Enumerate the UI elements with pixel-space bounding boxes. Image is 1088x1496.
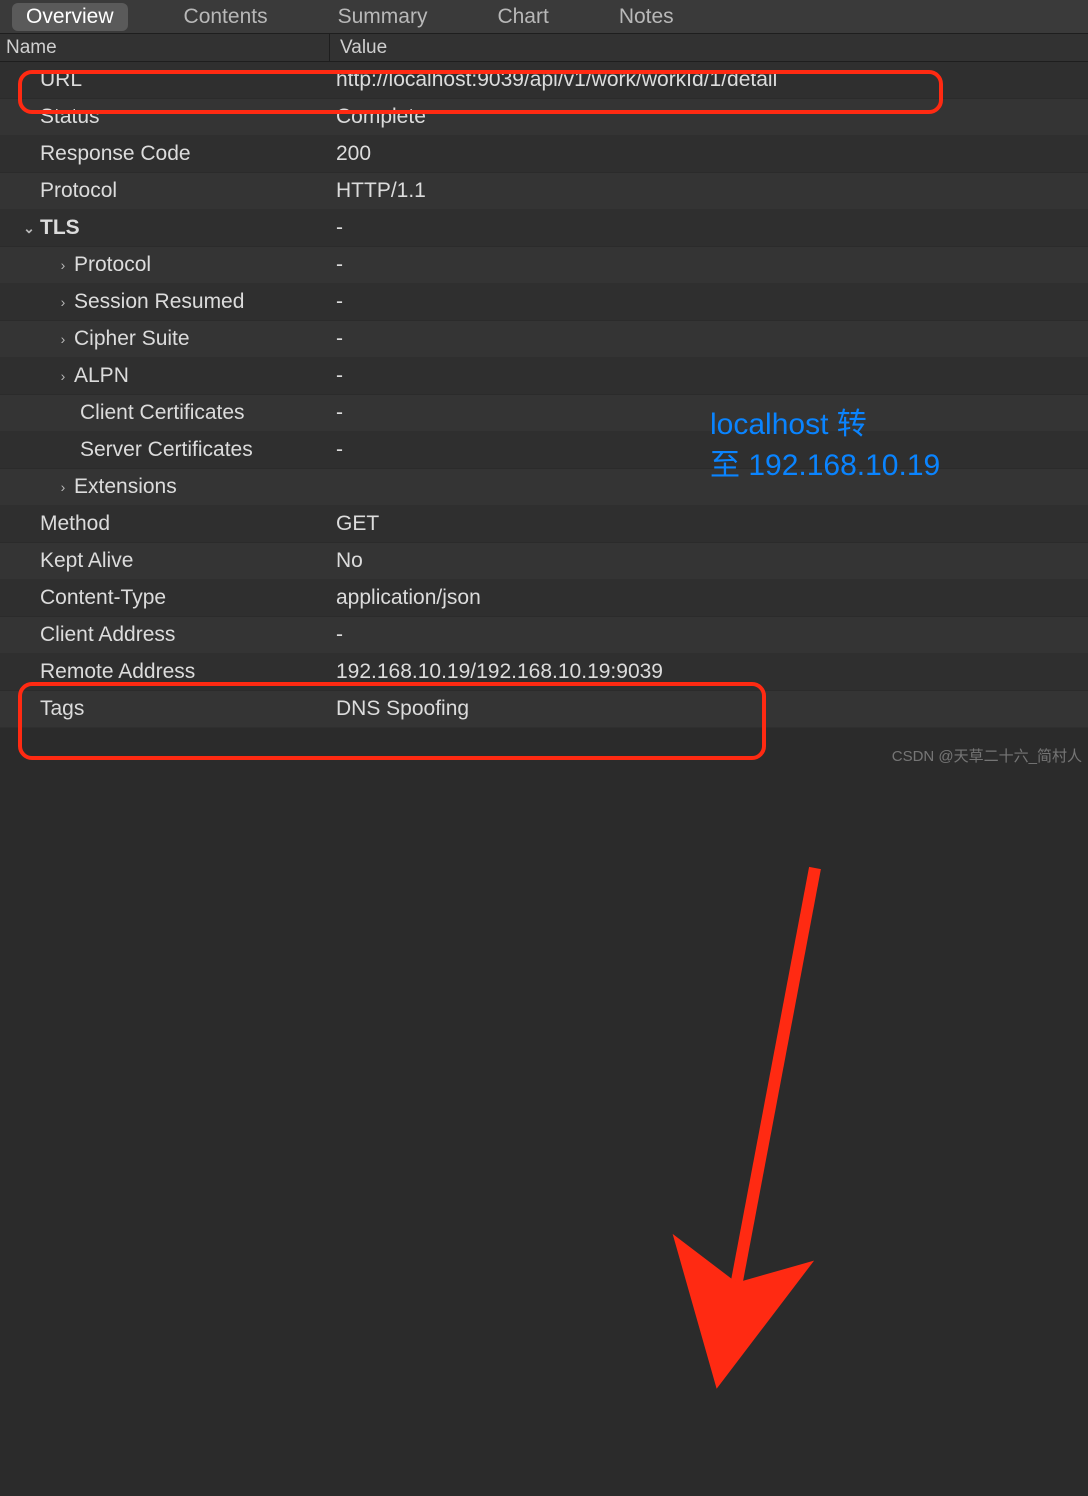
row-key-label: Protocol bbox=[40, 179, 117, 203]
table-row[interactable]: ⌄TLS- bbox=[0, 210, 1088, 247]
tab-chart[interactable]: Chart bbox=[483, 3, 562, 31]
row-key: Tags bbox=[0, 697, 330, 721]
table-row[interactable]: Status Complete bbox=[0, 99, 1088, 136]
row-value: - bbox=[330, 216, 1088, 240]
table-row[interactable]: URL http://localhost:9039/api/v1/work/wor… bbox=[0, 62, 1088, 99]
table-row[interactable]: ›Extensions bbox=[0, 469, 1088, 506]
row-value: DNS Spoofing bbox=[330, 697, 1088, 721]
row-value: - bbox=[330, 327, 1088, 351]
row-value: - bbox=[330, 253, 1088, 277]
row-key-label: Tags bbox=[40, 697, 84, 721]
table-row[interactable]: Client Address - bbox=[0, 617, 1088, 654]
row-key: Kept Alive bbox=[0, 549, 330, 573]
row-key-label: Client Certificates bbox=[80, 401, 245, 425]
row-value: GET bbox=[330, 512, 1088, 536]
table-row[interactable]: Client Certificates - bbox=[0, 395, 1088, 432]
row-key: Client Certificates bbox=[0, 401, 330, 425]
row-value: http://localhost:9039/api/v1/work/workId… bbox=[330, 68, 1088, 92]
row-key-label: Server Certificates bbox=[80, 438, 253, 462]
row-key-label: Client Address bbox=[40, 623, 175, 647]
row-value: application/json bbox=[330, 586, 1088, 610]
chevron-right-icon[interactable]: › bbox=[56, 479, 70, 495]
row-key-label: Content-Type bbox=[40, 586, 166, 610]
row-key: ›Extensions bbox=[0, 475, 330, 499]
row-key-label: Cipher Suite bbox=[74, 327, 190, 351]
row-key: ›Protocol bbox=[0, 253, 330, 277]
row-value: - bbox=[330, 438, 1088, 462]
row-key-label: Extensions bbox=[74, 475, 177, 499]
tab-notes[interactable]: Notes bbox=[605, 3, 688, 31]
column-name[interactable]: Name bbox=[0, 34, 330, 61]
row-key: ›Cipher Suite bbox=[0, 327, 330, 351]
row-key: ⌄TLS bbox=[0, 216, 330, 240]
table-row[interactable]: ›ALPN- bbox=[0, 358, 1088, 395]
table-row[interactable]: ›Protocol- bbox=[0, 247, 1088, 284]
row-key: Method bbox=[0, 512, 330, 536]
chevron-right-icon[interactable]: › bbox=[56, 368, 70, 384]
row-key-label: TLS bbox=[40, 216, 80, 240]
table-row[interactable]: Method GET bbox=[0, 506, 1088, 543]
row-key-label: Method bbox=[40, 512, 110, 536]
table-row[interactable]: Kept Alive No bbox=[0, 543, 1088, 580]
tab-summary[interactable]: Summary bbox=[324, 3, 442, 31]
row-key: Content-Type bbox=[0, 586, 330, 610]
row-value: - bbox=[330, 623, 1088, 647]
row-value: HTTP/1.1 bbox=[330, 179, 1088, 203]
row-key-label: Remote Address bbox=[40, 660, 195, 684]
table-row[interactable]: Server Certificates - bbox=[0, 432, 1088, 469]
row-key: Remote Address bbox=[0, 660, 330, 684]
annotation-arrow bbox=[0, 728, 1088, 1496]
row-key-label: Protocol bbox=[74, 253, 151, 277]
row-key: Client Address bbox=[0, 623, 330, 647]
row-value: No bbox=[330, 549, 1088, 573]
row-key: URL bbox=[0, 68, 330, 92]
tab-bar: Overview Contents Summary Chart Notes bbox=[0, 0, 1088, 34]
chevron-right-icon[interactable]: › bbox=[56, 257, 70, 273]
table-row[interactable]: Protocol HTTP/1.1 bbox=[0, 173, 1088, 210]
tab-contents[interactable]: Contents bbox=[170, 3, 282, 31]
row-value: - bbox=[330, 401, 1088, 425]
row-key: ›Session Resumed bbox=[0, 290, 330, 314]
table-row[interactable]: Content-Type application/json bbox=[0, 580, 1088, 617]
table-row[interactable]: Tags DNS Spoofing bbox=[0, 691, 1088, 728]
row-key: Status bbox=[0, 105, 330, 129]
row-key-label: Session Resumed bbox=[74, 290, 244, 314]
watermark: CSDN @天草二十六_简村人 bbox=[892, 745, 1082, 766]
row-key-label: Kept Alive bbox=[40, 549, 133, 573]
table-row[interactable]: ›Cipher Suite- bbox=[0, 321, 1088, 358]
row-key-label: Status bbox=[40, 105, 100, 129]
row-key-label: Response Code bbox=[40, 142, 191, 166]
table-row[interactable]: ›Session Resumed- bbox=[0, 284, 1088, 321]
row-value: Complete bbox=[330, 105, 1088, 129]
row-key: ›ALPN bbox=[0, 364, 330, 388]
row-key: Protocol bbox=[0, 179, 330, 203]
row-key: Server Certificates bbox=[0, 438, 330, 462]
table-row[interactable]: Remote Address 192.168.10.19/192.168.10.1… bbox=[0, 654, 1088, 691]
table-row[interactable]: Response Code 200 bbox=[0, 136, 1088, 173]
chevron-right-icon[interactable]: › bbox=[56, 294, 70, 310]
column-header: Name Value bbox=[0, 34, 1088, 62]
chevron-down-icon[interactable]: ⌄ bbox=[22, 220, 36, 237]
chevron-right-icon[interactable]: › bbox=[56, 331, 70, 347]
row-value: - bbox=[330, 290, 1088, 314]
row-key-label: ALPN bbox=[74, 364, 129, 388]
row-key: Response Code bbox=[0, 142, 330, 166]
row-value: - bbox=[330, 364, 1088, 388]
details-table: URL http://localhost:9039/api/v1/work/wor… bbox=[0, 62, 1088, 728]
row-value: 192.168.10.19/192.168.10.19:9039 bbox=[330, 660, 1088, 684]
row-key-label: URL bbox=[40, 68, 82, 92]
column-value[interactable]: Value bbox=[330, 34, 1088, 61]
row-value: 200 bbox=[330, 142, 1088, 166]
tab-overview[interactable]: Overview bbox=[12, 3, 128, 31]
